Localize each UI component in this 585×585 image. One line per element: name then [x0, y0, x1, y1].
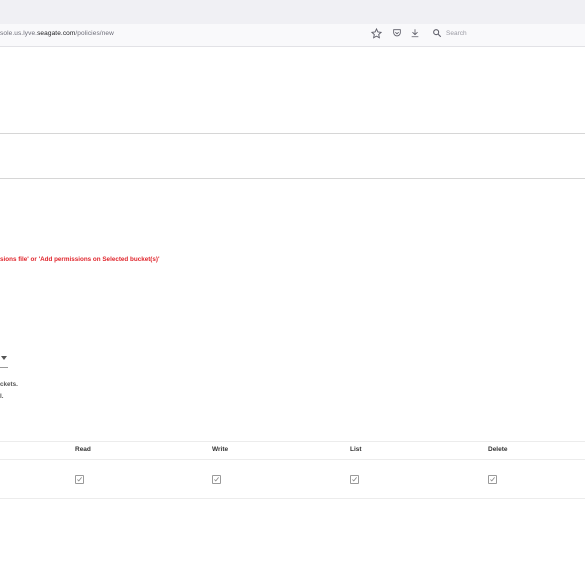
search-placeholder: Search: [446, 29, 467, 37]
help-text-line-1: ckets.: [0, 381, 18, 388]
download-icon[interactable]: [409, 27, 421, 39]
table-border: [0, 459, 585, 460]
browser-tab-strip: [0, 0, 585, 24]
url-path: /policies/new: [75, 30, 114, 37]
help-text-line-2: l.: [0, 393, 4, 400]
checkmark-icon: [352, 477, 357, 482]
browser-toolbar: sole.us.lyve.seagate.com/policies/new Se…: [0, 24, 585, 47]
chevron-down-icon: [1, 356, 7, 360]
column-header-delete: Delete: [488, 446, 508, 453]
bucket-select-dropdown[interactable]: [0, 353, 8, 368]
checkmark-icon: [77, 477, 82, 482]
search-icon: [433, 29, 442, 38]
bookmark-star-icon[interactable]: [370, 27, 382, 39]
read-checkbox[interactable]: [75, 475, 84, 484]
browser-search-box[interactable]: Search: [428, 24, 585, 42]
url-text[interactable]: sole.us.lyve.seagate.com/policies/new: [0, 30, 114, 37]
section-divider: [0, 178, 585, 179]
url-prefix: sole.us.lyve.: [0, 30, 38, 37]
write-checkbox[interactable]: [212, 475, 221, 484]
section-divider: [0, 133, 585, 134]
delete-checkbox[interactable]: [488, 475, 497, 484]
checkmark-icon: [490, 477, 495, 482]
table-border: [0, 441, 585, 442]
list-checkbox[interactable]: [350, 475, 359, 484]
url-domain: seagate.com: [37, 30, 76, 37]
permissions-table: Read Write List Delete: [0, 441, 585, 499]
column-header-read: Read: [75, 446, 91, 453]
pocket-shield-icon[interactable]: [391, 27, 403, 39]
checkmark-icon: [214, 477, 219, 482]
table-border: [0, 498, 585, 499]
column-header-list: List: [350, 446, 362, 453]
column-header-write: Write: [212, 446, 229, 453]
validation-error-message: sions file' or 'Add permissions on Selec…: [0, 256, 160, 263]
